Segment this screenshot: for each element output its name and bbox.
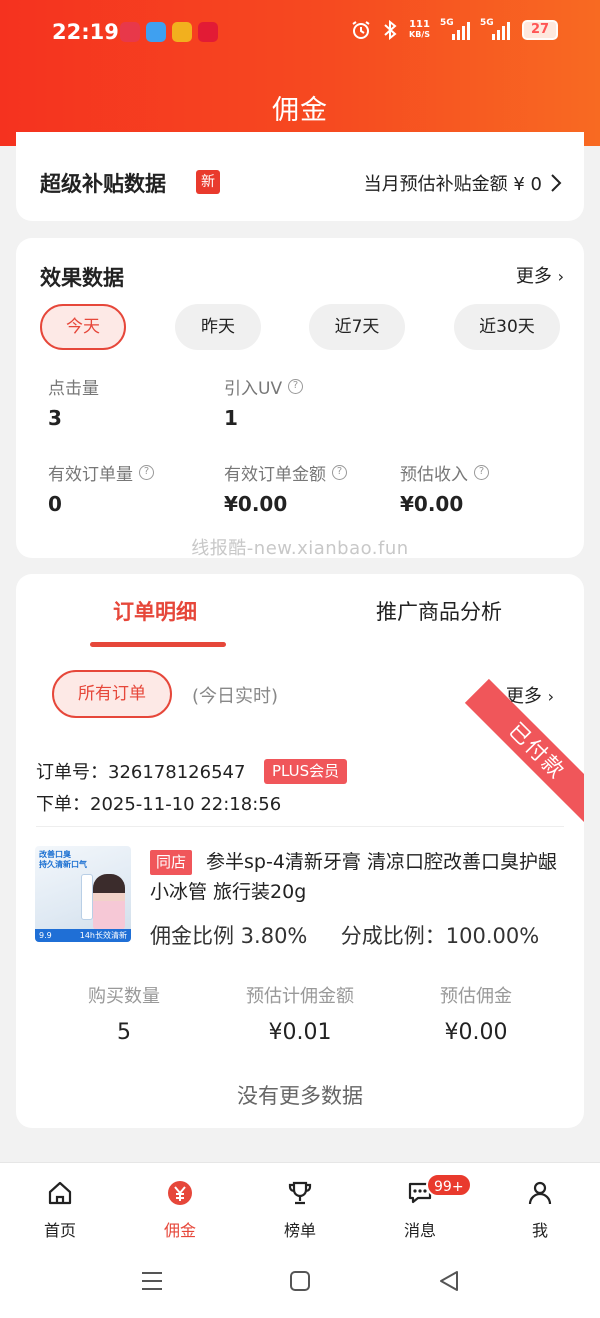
chevron-right-icon: ›: [557, 267, 564, 286]
toothpaste-tube-graphic: [81, 874, 93, 920]
stat-est-commission-label: 预估佣金: [440, 986, 512, 1007]
yen-icon: [168, 1181, 192, 1205]
effect-title: 效果数据: [40, 266, 124, 290]
metric-uv-value: 1: [224, 406, 238, 430]
user-icon: [528, 1181, 552, 1205]
subsidy-title: 超级补贴数据: [40, 172, 166, 196]
divider: [36, 826, 564, 827]
chip-yesterday[interactable]: 昨天: [175, 304, 261, 350]
status-time: 22:19: [52, 20, 119, 44]
bottom-nav: 首页 佣金 榜单 消息 99+ 我: [0, 1162, 600, 1242]
metric-uv-label: 引入UV ?: [224, 374, 304, 399]
more-label: 更多: [515, 266, 552, 287]
plus-member-badge: PLUS会员: [264, 759, 348, 784]
app-notification-icon: [120, 22, 140, 42]
subsidy-estimate-label: 当月预估补贴金额 ¥ 0: [363, 174, 542, 195]
help-icon[interactable]: ?: [139, 465, 154, 480]
metric-valid-orders-label: 有效订单量 ?: [48, 460, 154, 485]
watermark: 线报酷-new.xianbao.fun: [191, 538, 409, 559]
shopping-notification-icon: [172, 22, 192, 42]
tab-product-analysis[interactable]: 推广商品分析: [376, 596, 502, 626]
message-count-badge: 99+: [426, 1173, 472, 1197]
nav-ranking[interactable]: 榜单: [260, 1177, 340, 1241]
stat-est-base-value: ¥0.01: [268, 1020, 332, 1045]
same-store-badge: 同店: [150, 850, 192, 875]
system-nav-bar: [0, 1242, 600, 1318]
tmall-notification-icon: [198, 22, 218, 42]
page-title: 佣金: [272, 95, 328, 126]
effect-more-link[interactable]: 更多 ›: [516, 262, 564, 288]
orders-card: 订单明细 推广商品分析 所有订单 (今日实时) 更多 › 已付款 订单号：326…: [16, 574, 584, 1128]
order-time: 下单：2025-11-10 22:18:56: [36, 794, 282, 815]
new-badge: 新: [196, 170, 220, 194]
chip-7-days[interactable]: 近7天: [309, 304, 405, 350]
stat-est-commission-value: ¥0.00: [444, 1020, 508, 1045]
metric-valid-orders-value: 0: [48, 492, 62, 516]
metric-valid-amount-value: ¥0.00: [224, 492, 288, 516]
trophy-icon: [288, 1181, 312, 1205]
metric-est-income-value: ¥0.00: [400, 492, 464, 516]
tab-order-details[interactable]: 订单明细: [113, 596, 197, 626]
back-icon[interactable]: [438, 1270, 460, 1292]
stat-quantity-value: 5: [117, 1020, 131, 1045]
network-speed: 111 KB/S: [409, 19, 430, 40]
nav-messages[interactable]: 消息 99+: [380, 1173, 472, 1241]
stat-est-base-label: 预估计佣金额: [246, 986, 354, 1007]
status-indicators: 111 KB/S 5G 5G 27: [351, 18, 558, 40]
product-title[interactable]: 参半sp-4清新牙膏 清凉口腔改善口臭护龈小冰管 旅行装20g: [150, 847, 560, 907]
stat-quantity-label: 购买数量: [88, 986, 160, 1007]
metric-valid-amount-label: 有效订单金额 ?: [224, 460, 347, 485]
nav-commission[interactable]: 佣金: [140, 1177, 220, 1241]
no-more-data: 没有更多数据: [237, 1084, 363, 1108]
subsidy-estimate-link[interactable]: 当月预估补贴金额 ¥ 0: [364, 170, 562, 196]
rate-line: 佣金比例 3.80% 分成比例：100.00%: [150, 920, 539, 950]
all-orders-filter[interactable]: 所有订单: [52, 670, 172, 718]
effect-data-card: 效果数据 更多 › 今天 昨天 近7天 近30天 点击量 3 引入UV ? 1 …: [16, 238, 584, 559]
bluetooth-icon: [384, 20, 397, 40]
realtime-note: (今日实时): [192, 686, 279, 707]
subsidy-card[interactable]: 超级补贴数据 新 当月预估补贴金额 ¥ 0: [16, 132, 584, 221]
weather-notification-icon: [146, 22, 166, 42]
home-square-icon[interactable]: [289, 1270, 311, 1292]
metric-clicks-value: 3: [48, 406, 62, 430]
signal-icon: 5G: [480, 18, 510, 40]
home-icon: [48, 1181, 72, 1205]
active-tab-indicator: [90, 642, 226, 647]
chevron-right-icon: ›: [547, 687, 554, 706]
alarm-icon: [352, 21, 370, 39]
help-icon[interactable]: ?: [288, 379, 304, 394]
status-bar: 22:19 111 KB/S 5G 5G 27: [0, 16, 600, 52]
chip-today[interactable]: 今天: [40, 304, 126, 350]
metric-clicks-label: 点击量: [48, 379, 99, 399]
metric-est-income-label: 预估收入 ?: [400, 460, 489, 485]
notification-icons: [120, 22, 218, 42]
help-icon[interactable]: ?: [474, 465, 489, 480]
app-header: 22:19 111 KB/S 5G 5G 27 佣金: [0, 0, 600, 146]
nav-me[interactable]: 我: [500, 1177, 580, 1241]
split-rate: 分成比例：100.00%: [340, 924, 540, 948]
help-icon[interactable]: ?: [332, 465, 347, 480]
signal-icon: 5G: [440, 18, 470, 40]
menu-icon[interactable]: [140, 1270, 164, 1292]
nav-home[interactable]: 首页: [20, 1177, 100, 1241]
chevron-right-icon: [551, 174, 562, 192]
battery-icon: 27: [522, 20, 558, 40]
commission-rate: 佣金比例 3.80%: [150, 924, 308, 948]
order-number[interactable]: 订单号：326178126547: [36, 758, 245, 784]
spokesperson-graphic: [93, 874, 125, 930]
product-image[interactable]: 改善口臭 持久清新口气 9.9 14h长效清新: [35, 846, 131, 942]
chip-30-days[interactable]: 近30天: [454, 304, 560, 350]
